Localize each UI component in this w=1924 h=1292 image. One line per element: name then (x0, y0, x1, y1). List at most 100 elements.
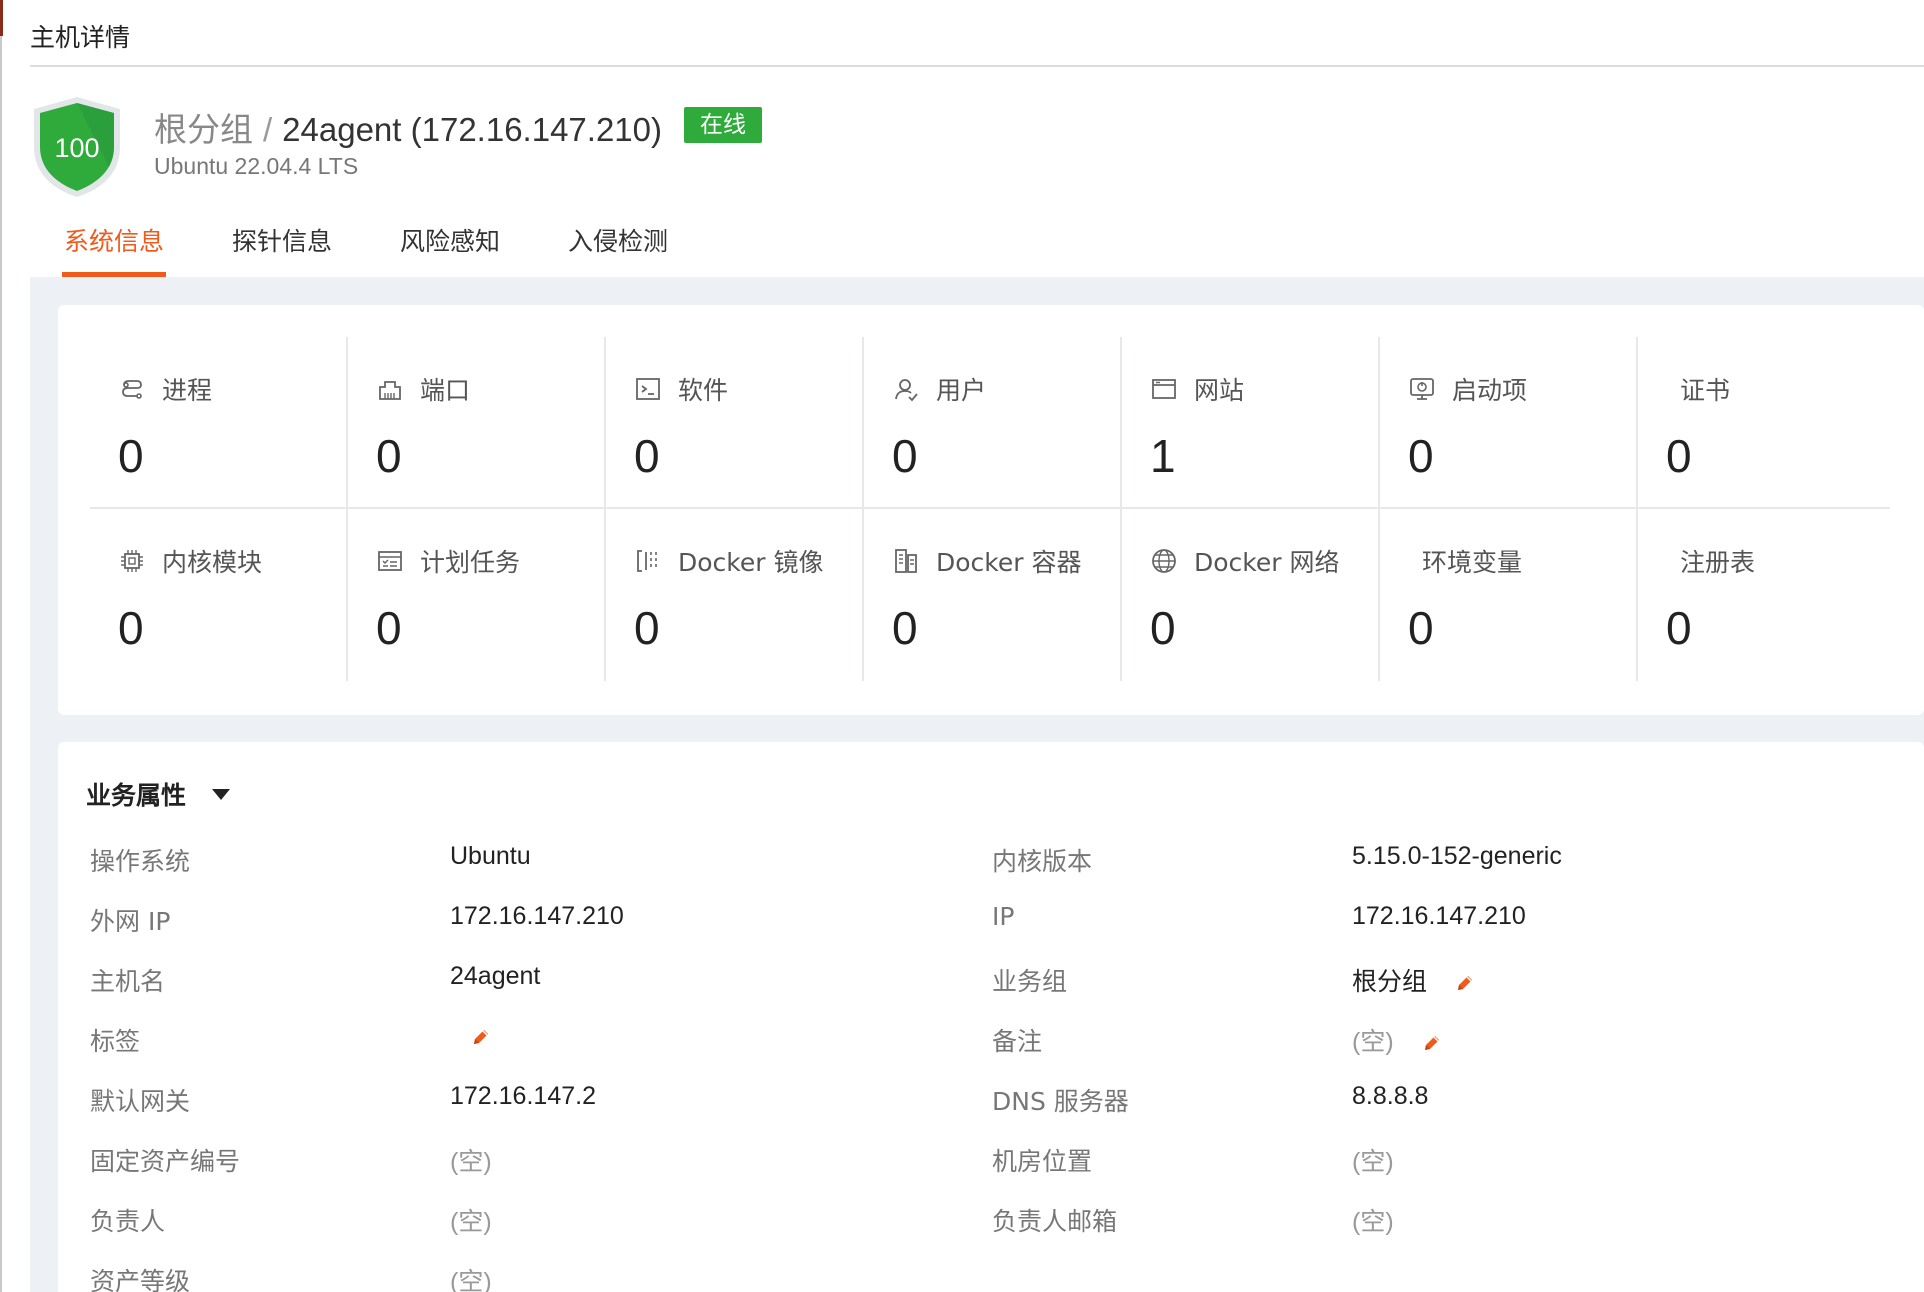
terminal-icon (636, 378, 660, 400)
stat-software[interactable]: 软件 0 (606, 337, 864, 509)
tab-intrusion-detection[interactable]: 入侵检测 (566, 215, 670, 277)
attr-key: 机房位置 (992, 1147, 1093, 1176)
stat-label-kernel-module: 内核模块 (118, 543, 262, 579)
attr-value-remark: (空) (1352, 1022, 1443, 1058)
breadcrumb-separator: / (263, 111, 273, 148)
stat-docker-image[interactable]: Docker 镜像 0 (606, 509, 864, 681)
stat-label-text: 启动项 (1452, 376, 1528, 405)
attr-key: 资产等级 (90, 1267, 191, 1292)
attr-value: 24agent (450, 962, 541, 990)
window-left-marker (0, 0, 3, 36)
attr-key: 业务组 (992, 967, 1068, 996)
page-header-bar: 主机详情 (30, 0, 1924, 67)
edit-tags-icon[interactable] (470, 1026, 492, 1048)
attr-key: DNS 服务器 (992, 1087, 1129, 1116)
attr-key: 负责人 (90, 1207, 166, 1236)
docker-container-icon (895, 549, 917, 573)
attr-key: 外网 IP (90, 907, 171, 936)
edit-business-group-icon[interactable] (1454, 972, 1476, 994)
attr-key: 操作系统 (90, 847, 191, 876)
attr-value: 根分组 (1352, 968, 1428, 996)
window-left-border (0, 0, 2, 1292)
stat-startup[interactable]: 启动项 0 (1380, 337, 1638, 509)
stat-docker-container[interactable]: Docker 容器 0 (864, 509, 1122, 681)
stat-label-startup: 启动项 (1408, 371, 1527, 407)
stat-scheduled-task[interactable]: 计划任务 0 (348, 509, 606, 681)
business-attributes-toggle[interactable]: 业务属性 (86, 776, 231, 812)
stat-label-text: 注册表 (1680, 548, 1756, 577)
stat-user[interactable]: 用户 0 (864, 337, 1122, 509)
attr-value: 8.8.8.8 (1352, 1082, 1429, 1110)
attr-value: (空) (1352, 1208, 1394, 1236)
stat-label-docker-container: Docker 容器 (892, 543, 1081, 579)
port-icon (379, 381, 401, 400)
stat-kernel-module[interactable]: 内核模块 0 (90, 509, 348, 681)
attr-value: (空) (450, 1148, 492, 1176)
stat-value: 0 (634, 430, 660, 482)
stat-value: 0 (1150, 602, 1176, 654)
stat-label-docker-image: Docker 镜像 (634, 543, 823, 579)
attr-value: 5.15.0-152-generic (1352, 842, 1562, 870)
stat-label-text: 端口 (420, 376, 471, 405)
stat-label-process: 进程 (118, 371, 212, 407)
stat-value: 0 (1408, 602, 1434, 654)
stat-label-text: 环境变量 (1422, 548, 1523, 577)
stat-label-docker-network: Docker 网络 (1150, 543, 1339, 579)
status-badge: 在线 (684, 107, 762, 143)
stat-value: 0 (634, 602, 660, 654)
host-os: Ubuntu 22.04.4 LTS (154, 153, 359, 179)
attr-value: 172.16.147.210 (450, 902, 624, 930)
stat-label-user: 用户 (892, 371, 986, 407)
startup-icon (1410, 378, 1434, 400)
stat-value: 0 (118, 430, 144, 482)
stat-process[interactable]: 进程 0 (90, 337, 348, 509)
attr-key: IP (992, 902, 1015, 931)
tab-bar: 系统信息 探针信息 风险感知 入侵检测 (30, 215, 1924, 277)
tab-probe-info[interactable]: 探针信息 (230, 215, 334, 277)
stat-docker-network[interactable]: Docker 网络 0 (1122, 509, 1380, 681)
stat-value: 0 (1408, 430, 1434, 482)
attr-key: 负责人邮箱 (992, 1207, 1118, 1236)
stat-value: 0 (892, 430, 918, 482)
user-icon (895, 379, 918, 402)
schedule-icon (378, 551, 402, 571)
stat-registry[interactable]: 注册表 0 (1638, 509, 1896, 681)
stat-label-text: 进程 (162, 376, 213, 405)
tab-system-info[interactable]: 系统信息 (62, 215, 167, 277)
tab-risk-awareness[interactable]: 风险感知 (398, 215, 502, 277)
stat-value: 0 (892, 602, 918, 654)
attr-value: (空) (450, 1208, 492, 1236)
stat-label-certificate: 证书 (1666, 371, 1730, 407)
stat-label-text: 证书 (1680, 376, 1731, 405)
edit-remark-icon[interactable] (1421, 1032, 1443, 1054)
stat-website[interactable]: 网站 1 (1122, 337, 1380, 509)
stat-port[interactable]: 端口 0 (348, 337, 606, 509)
attr-value: 172.16.147.210 (1352, 902, 1526, 930)
attr-value: Ubuntu (450, 842, 531, 870)
host-header: 100 根分组 /24agent (172.16.147.210) 在线 Ubun… (30, 67, 1924, 277)
stat-label-software: 软件 (634, 371, 728, 407)
host-group[interactable]: 根分组 (154, 111, 253, 148)
page-title: 主机详情 (30, 23, 131, 52)
stat-value: 0 (1666, 602, 1692, 654)
asset-stats-card: 进程 0 端口 0 软件 0 用户 0 网站 1 启动项 0 证书 0 内核模块… (58, 305, 1924, 715)
stat-label-text: 内核模块 (162, 548, 263, 577)
business-attributes-card: 业务属性 操作系统 Ubuntu 外网 IP 172.16.147.210 主机… (58, 742, 1924, 1292)
attr-value: (空) (1352, 1028, 1394, 1056)
host-name: 24agent (172.16.147.210) (282, 111, 662, 148)
stat-label-text: Docker 镜像 (678, 548, 824, 577)
stat-label-text: 计划任务 (420, 548, 521, 577)
stat-label-port: 端口 (376, 371, 470, 407)
attr-key: 内核版本 (992, 847, 1093, 876)
stat-label-text: Docker 容器 (936, 548, 1082, 577)
stat-value: 1 (1150, 430, 1176, 482)
stat-certificate[interactable]: 证书 0 (1638, 337, 1896, 509)
stat-value: 0 (1666, 430, 1692, 482)
stat-label-registry: 注册表 (1666, 543, 1755, 579)
security-score: 100 (54, 133, 100, 163)
stat-label-text: 软件 (678, 376, 729, 405)
attr-key: 备注 (992, 1027, 1043, 1056)
attr-value: 172.16.147.2 (450, 1082, 596, 1110)
stat-env-variable[interactable]: 环境变量 0 (1380, 509, 1638, 681)
attr-key: 标签 (90, 1027, 141, 1056)
